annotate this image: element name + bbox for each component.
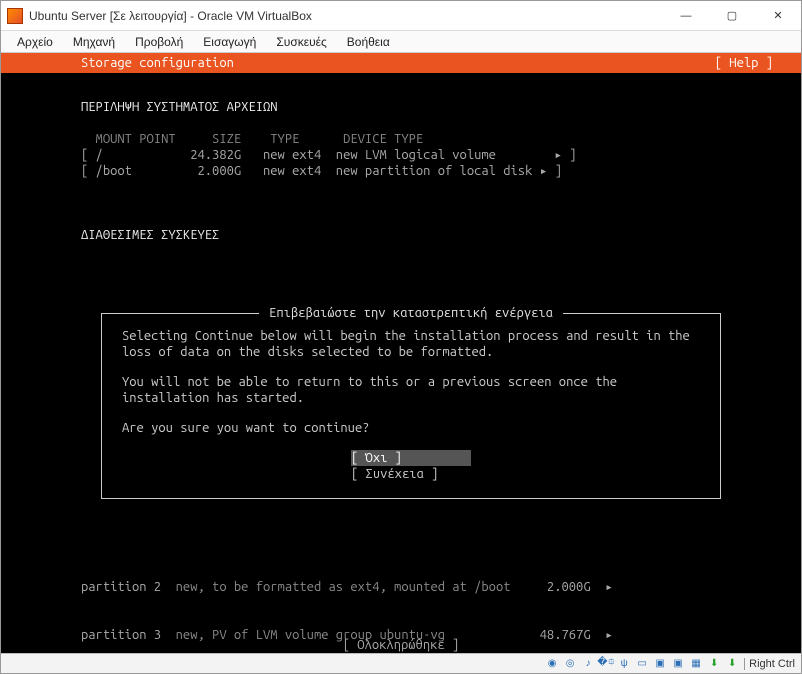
titlebar[interactable]: Ubuntu Server [Σε λειτουργία] - Oracle V…: [1, 1, 801, 31]
cpu-icon[interactable]: ▦: [688, 657, 704, 671]
dialog-text-2: You will not be able to return to this o…: [122, 374, 700, 406]
minimize-button[interactable]: —: [663, 1, 709, 31]
hdd-icon[interactable]: ◉: [544, 657, 560, 671]
menubar: Αρχείο Μηχανή Προβολή Εισαγωγή Συσκευές …: [1, 31, 801, 53]
window-title: Ubuntu Server [Σε λειτουργία] - Oracle V…: [29, 9, 663, 23]
usb-icon[interactable]: ψ: [616, 657, 632, 671]
available-heading: ΔΙΑΘΕΣΙΜΕΣ ΣΥΣΚΕΥΕΣ: [81, 228, 219, 242]
virtualbox-icon: [7, 8, 23, 24]
menu-file[interactable]: Αρχείο: [7, 33, 63, 51]
audio-icon[interactable]: ♪: [580, 657, 596, 671]
dialog-text-1: Selecting Continue below will begin the …: [122, 328, 700, 360]
optical-icon[interactable]: ◎: [562, 657, 578, 671]
recording-icon[interactable]: ▣: [670, 657, 686, 671]
dialog-title: Επιβεβαιώστε την καταστρεπτική ενέργεια: [259, 305, 563, 321]
summary-heading: ΠΕΡΙΛΗΨΗ ΣΥΣΤΗΜΑΤΟΣ ΑΡΧΕΙΩΝ: [81, 100, 278, 114]
maximize-button[interactable]: ▢: [709, 1, 755, 31]
keyboard-icon[interactable]: ⬇: [724, 657, 740, 671]
continue-button[interactable]: [ Συνέχεια ]: [351, 466, 471, 482]
summary-row-root[interactable]: [ / 24.382G new ext4 new LVM logical vol…: [81, 147, 741, 163]
wizard-actions: [ Ολοκληρώθηκε ] [ Επαναφορά ρυθμίσεων ]…: [1, 637, 801, 653]
no-button[interactable]: [ Όχι ]: [351, 450, 471, 466]
done-button[interactable]: [ Ολοκληρώθηκε ]: [1, 637, 801, 653]
menu-devices[interactable]: Συσκευές: [266, 33, 336, 51]
mouse-icon[interactable]: ⬇: [706, 657, 722, 671]
dialog-body: Selecting Continue below will begin the …: [122, 328, 700, 482]
confirm-dialog: Επιβεβαιώστε την καταστρεπτική ενέργεια …: [101, 313, 721, 499]
network-icon[interactable]: �⯐: [598, 657, 614, 671]
display-icon[interactable]: ▣: [652, 657, 668, 671]
filesystem-summary: ΠΕΡΙΛΗΨΗ ΣΥΣΤΗΜΑΤΟΣ ΑΡΧΕΙΩΝ MOUNT POINT …: [1, 73, 801, 259]
virtualbox-window: Ubuntu Server [Σε λειτουργία] - Oracle V…: [0, 0, 802, 674]
summary-row-boot[interactable]: [ /boot 2.000G new ext4 new partition of…: [81, 163, 741, 179]
dialog-text-3: Are you sure you want to continue?: [122, 420, 700, 436]
vbox-statusbar: ◉ ◎ ♪ �⯐ ψ ▭ ▣ ▣ ▦ ⬇ ⬇ Right Ctrl: [1, 653, 801, 673]
host-key-indicator[interactable]: Right Ctrl: [744, 658, 795, 670]
partition-row-2[interactable]: partition 2 new, to be formatted as ext4…: [81, 579, 761, 595]
menu-help[interactable]: Βοήθεια: [337, 33, 400, 51]
dialog-buttons: [ Όχι ] [ Συνέχεια ]: [122, 450, 700, 482]
summary-columns: MOUNT POINT SIZE TYPE DEVICE TYPE: [81, 132, 423, 146]
help-button[interactable]: [ Help ]: [715, 55, 773, 71]
menu-input[interactable]: Εισαγωγή: [193, 33, 266, 51]
shared-folder-icon[interactable]: ▭: [634, 657, 650, 671]
menu-machine[interactable]: Μηχανή: [63, 33, 125, 51]
installer-title: Storage configuration: [81, 55, 234, 71]
installer-header: Storage configuration [ Help ]: [1, 53, 801, 73]
menu-view[interactable]: Προβολή: [125, 33, 193, 51]
vm-screen[interactable]: Storage configuration [ Help ] ΠΕΡΙΛΗΨΗ …: [1, 53, 801, 653]
close-button[interactable]: ✕: [755, 1, 801, 31]
